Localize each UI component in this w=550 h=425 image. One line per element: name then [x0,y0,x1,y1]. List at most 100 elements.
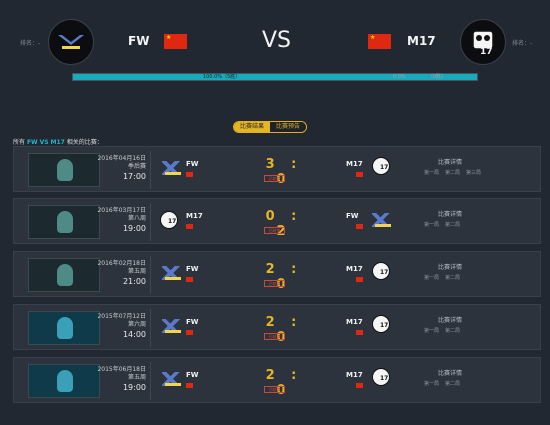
left-team-name: FW [186,318,199,326]
match-detail-link[interactable]: 比赛详情 [438,157,462,166]
tab-results[interactable]: 比赛结果 [234,122,271,132]
m17-team-logo-icon[interactable]: 17 [460,19,506,65]
china-flag-icon [356,330,363,335]
match-date: 2016年03月17日 [97,207,146,214]
fw-logo-icon [162,161,184,175]
league-emblem-icon [57,159,73,181]
match-time: 17:00 [122,172,146,181]
m17-logo-icon [372,368,390,386]
column-divider [150,151,151,189]
rank-right: 排名：- [512,40,533,47]
win-rate-left-text: 100.0%（5胜） [203,74,241,80]
m17-logo-icon [160,211,178,229]
related-suffix: 相关的比赛： [66,139,103,146]
game-link[interactable]: 第二局 [445,381,460,387]
win-rate-fill [73,74,477,80]
m17-logo-icon [372,262,390,280]
status-badge: 已结束 [264,280,285,287]
game-link[interactable]: 第一局 [424,381,439,387]
right-team-name: M17 [346,318,363,326]
game-link[interactable]: 第二局 [445,170,460,176]
match-time: 19:00 [122,383,146,392]
match-row[interactable]: 2015年06月18日第五周 19:00 FW 2 : 0已结束 M17 比赛详情第一局第… [13,357,541,403]
m17-logo-icon [372,157,390,175]
china-flag-icon [356,277,363,282]
vs-label: VS [262,28,292,53]
game-link[interactable]: 第一局 [424,275,439,281]
right-team-name: FW [346,212,359,220]
match-datetime: 2016年04月16日 季后赛 17:00 [86,155,146,183]
game-link[interactable]: 第一局 [424,328,439,334]
related-prefix: 所有 [13,139,26,146]
tab-preview[interactable]: 比赛预告 [270,122,307,132]
match-datetime: 2015年07月12日 第六周 14:00 [86,313,146,341]
match-score: 2 : 0 [265,315,303,345]
match-date: 2015年07月12日 [97,313,146,320]
game-links: 第一局 第二局 第三局 [424,169,487,176]
team-name-right: M17 [407,34,436,48]
match-stage: 第六周 [127,321,146,328]
match-date: 2016年02月18日 [97,260,146,267]
left-team-name: FW [186,371,199,379]
match-row[interactable]: 2016年03月17日第八周 19:00 M17 0 : 2已结束 FW 比赛详情第一局第… [13,198,541,244]
league-emblem-icon [57,370,73,392]
m17-logo-icon [372,315,390,333]
game-link[interactable]: 第二局 [445,328,460,334]
game-links: 第一局 第二局 [424,221,466,228]
win-rate-right-count: （0胜） [428,74,447,80]
game-link[interactable]: 第一局 [424,170,439,176]
column-divider [150,256,151,294]
china-flag-icon [186,172,193,177]
match-stage: 第五周 [127,374,146,381]
china-flag-icon [186,277,193,282]
win-rate-bar: 100.0%（5胜） 0.0% （0胜） [72,73,478,81]
china-flag-icon [164,34,187,49]
match-score: 2 : 0 [265,262,303,292]
match-date: 2015年06月18日 [97,366,146,373]
game-link[interactable]: 第二局 [445,222,460,228]
match-row[interactable]: 2015年07月12日第六周 14:00 FW 2 : 0已结束 M17 比赛详情第一局第… [13,304,541,350]
right-team-name: M17 [346,265,363,273]
league-emblem-icon [57,211,73,233]
related-vs: VS [39,139,49,146]
match-stage: 第八周 [127,215,146,222]
match-time: 19:00 [122,224,146,233]
china-flag-icon [356,172,363,177]
league-emblem-icon [57,317,73,339]
match-header: 排名：- FW VS M17 17 排名：- 100.0%（5胜） 0.0% （… [0,0,550,95]
match-time: 14:00 [122,330,146,339]
china-flag-icon [186,224,193,229]
match-datetime: 2016年03月17日 第八周 19:00 [86,207,146,235]
match-score: 0 : 2 [265,209,303,239]
fw-team-logo-icon[interactable] [48,19,94,65]
column-divider [150,203,151,241]
right-team-name: M17 [346,160,363,168]
china-flag-icon [186,383,193,388]
match-datetime: 2016年02月18日 第五周 21:00 [86,260,146,288]
match-date: 2016年04月16日 [97,155,146,162]
game-link[interactable]: 第三局 [466,170,481,176]
match-score: 2 : 0 [265,368,303,398]
match-row[interactable]: 2016年04月16日季后赛17:00FW3 : 0已结束M17比赛详情第一局第… [13,146,541,192]
game-links: 第一局 第二局 [424,274,466,281]
match-detail-link[interactable]: 比赛详情 [438,209,462,218]
status-badge: 已结束 [264,333,285,340]
match-row[interactable]: 2016年02月18日第五周 21:00 FW 2 : 0已结束 M17 比赛详情第一局第… [13,251,541,297]
match-stage: 第五周 [127,268,146,275]
match-detail-link[interactable]: 比赛详情 [438,262,462,271]
related-team-b: M17 [50,139,65,146]
game-link[interactable]: 第二局 [445,275,460,281]
match-detail-link[interactable]: 比赛详情 [438,315,462,324]
fw-logo-icon [162,266,184,280]
match-score: 3 : 0 [265,157,303,187]
match-detail-link[interactable]: 比赛详情 [438,368,462,377]
fw-logo-icon [162,319,184,333]
related-team-a: FW [26,139,38,146]
rank-left: 排名：- [20,40,41,47]
game-link[interactable]: 第一局 [424,222,439,228]
left-team-name: FW [186,160,199,168]
win-rate-right-text: 0.0% [393,74,406,80]
result-tabs: 比赛结果 比赛预告 [233,121,308,133]
column-divider [150,362,151,400]
league-emblem-icon [57,264,73,286]
